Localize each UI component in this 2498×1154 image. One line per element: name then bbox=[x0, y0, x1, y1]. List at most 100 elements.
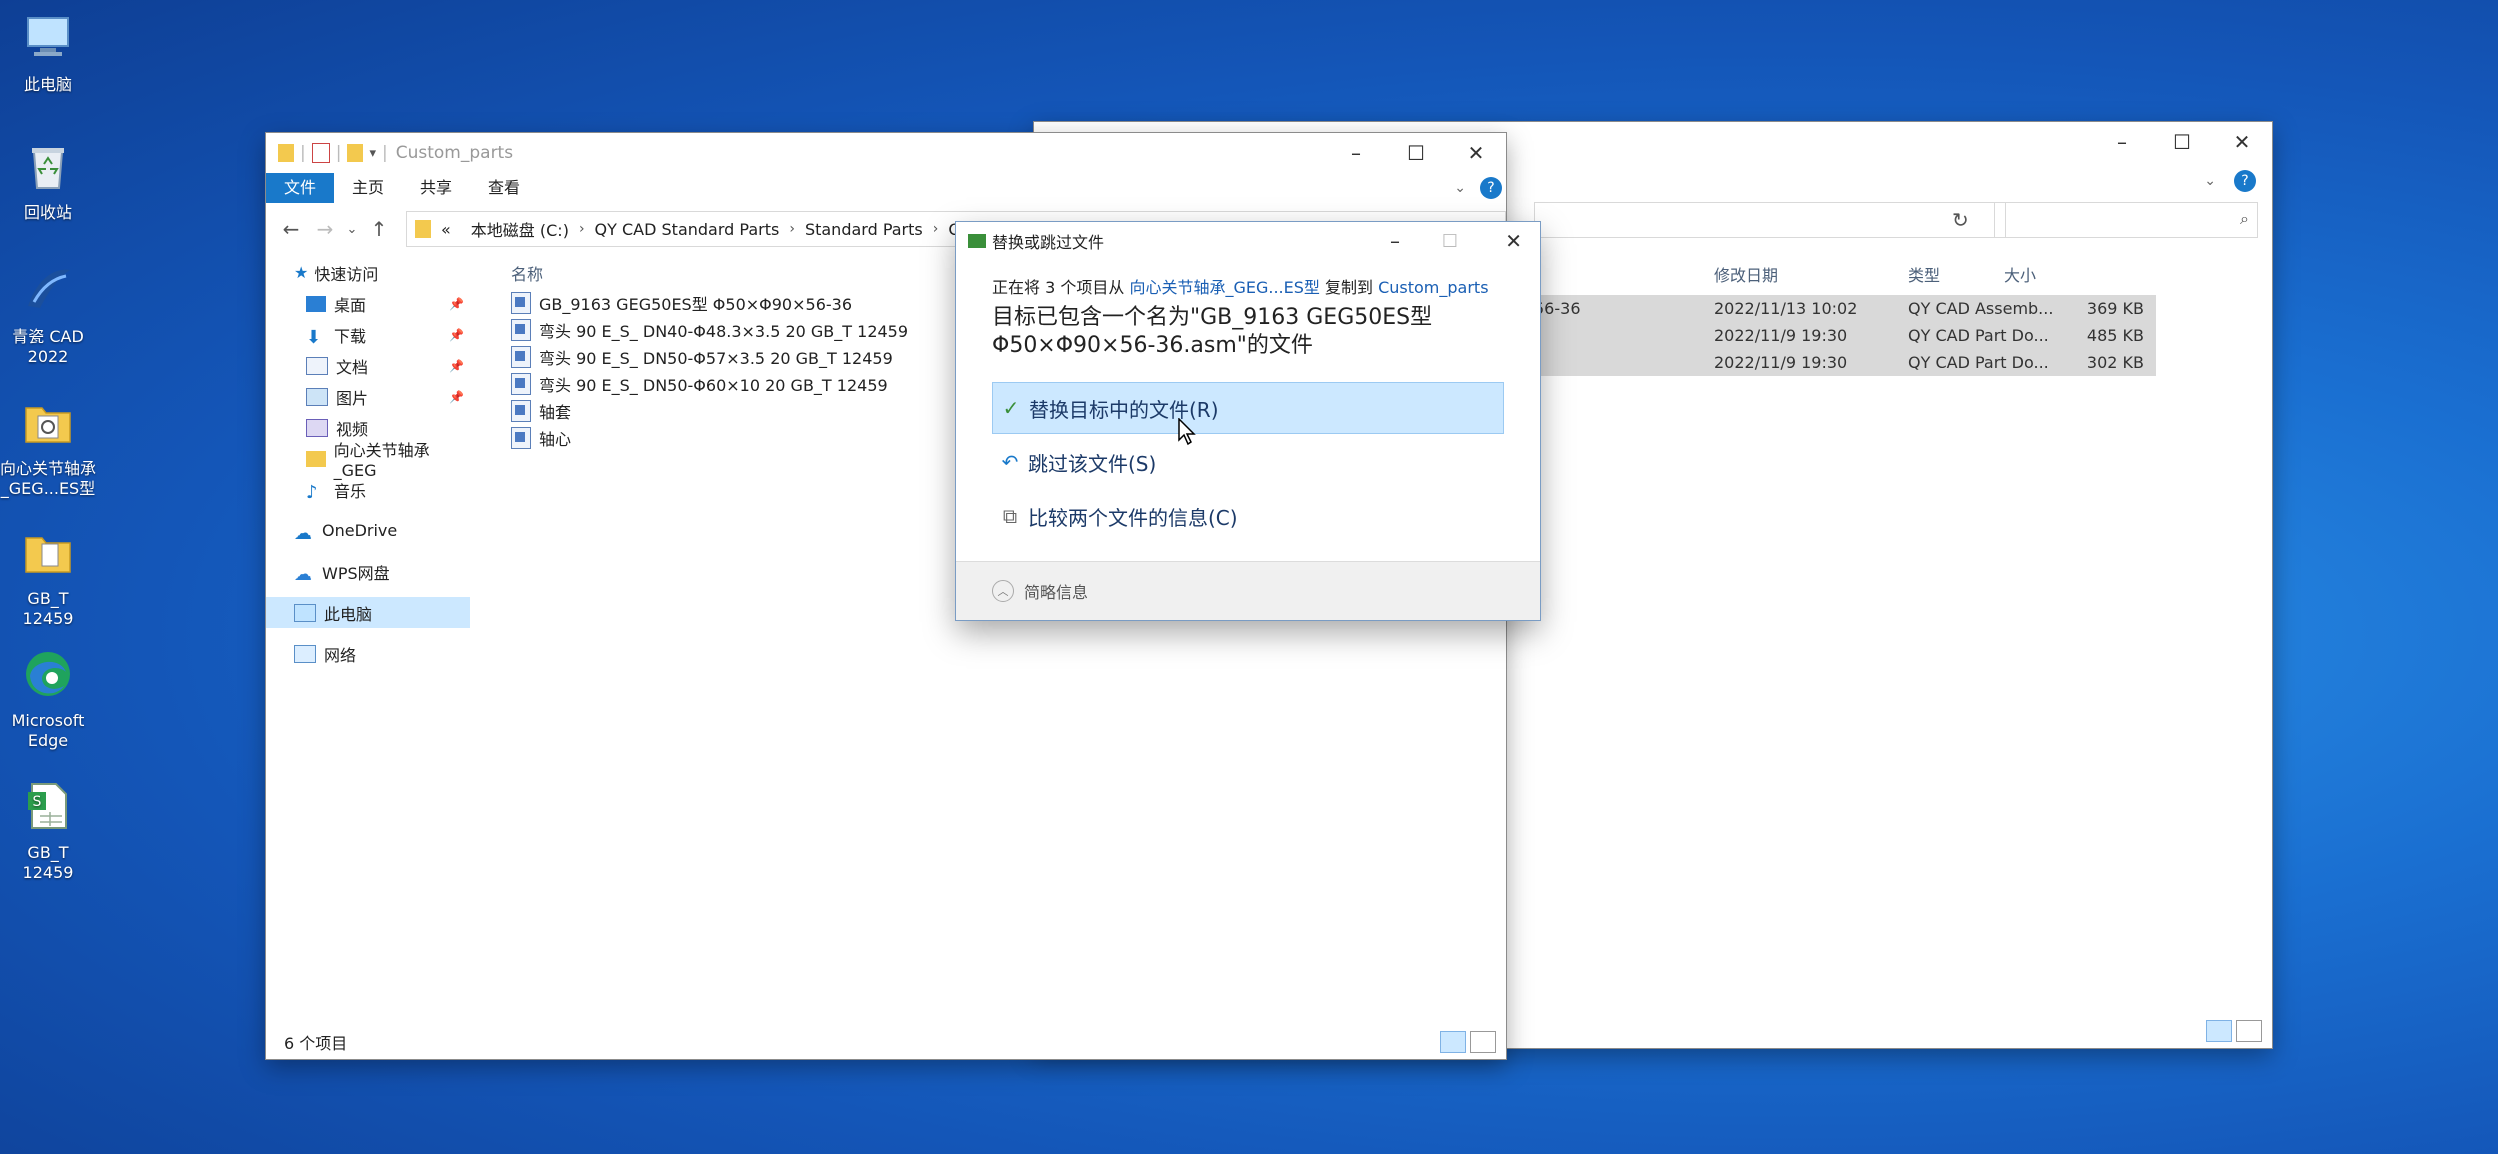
dialog-title: 替换或跳过文件 bbox=[992, 233, 1105, 252]
nav-desktop[interactable]: 桌面 📌 bbox=[266, 288, 470, 319]
search-input[interactable]: ⌕ bbox=[1994, 202, 2258, 238]
desktop-icon-folder-gbt[interactable]: GB_T 12459 bbox=[0, 524, 96, 629]
large-icons-view-icon[interactable] bbox=[1470, 1031, 1496, 1053]
nav-downloads[interactable]: ⬇ 下载 📌 bbox=[266, 319, 470, 350]
column-headers: 修改日期 类型 大小 bbox=[1714, 256, 2194, 286]
computer-icon bbox=[294, 603, 316, 622]
replace-or-skip-dialog[interactable]: 替换或跳过文件 – ☐ ✕ 正在将 3 个项目从 向心关节轴承_GEG...ES… bbox=[956, 222, 1540, 620]
minimize-icon[interactable]: – bbox=[2092, 122, 2152, 162]
replace-file-option[interactable]: ✓ 替换目标中的文件(R) bbox=[992, 382, 1504, 434]
table-row[interactable]: 2022/11/9 19:30 QY CAD Part Do... 485 KB bbox=[1534, 322, 2156, 349]
desktop-icon-cad[interactable]: 青瓷 CAD 2022 bbox=[0, 262, 96, 367]
column-date[interactable]: 修改日期 bbox=[1714, 262, 1778, 286]
window-controls: – ☐ ✕ bbox=[2092, 122, 2272, 162]
folder-icon bbox=[25, 407, 71, 443]
documents-icon bbox=[306, 356, 328, 375]
tab-home[interactable]: 主页 bbox=[334, 173, 402, 203]
conflict-message: 目标已包含一个名为"GB_9163 GEG50ES型 Φ50×Φ90×56-36… bbox=[992, 305, 1433, 358]
refresh-icon[interactable]: ↻ bbox=[1952, 208, 1969, 232]
forward-arrow-icon[interactable]: → bbox=[308, 217, 342, 241]
details-view-icon[interactable] bbox=[1440, 1031, 1466, 1053]
column-type[interactable]: 类型 bbox=[1908, 262, 1940, 286]
title-bar[interactable]: | | ▾ | Custom_parts bbox=[266, 133, 1506, 173]
desktop-icon-label: GB_T 12459 bbox=[22, 843, 74, 882]
nav-quick-access[interactable]: ★ 快速访问 bbox=[266, 257, 470, 288]
address-bar[interactable] bbox=[1534, 202, 2006, 238]
maximize-icon: ☐ bbox=[1441, 230, 1458, 252]
close-icon[interactable]: ✕ bbox=[2212, 122, 2272, 162]
file-list: 56-36 2022/11/13 10:02 QY CAD Assemb... … bbox=[1534, 295, 2156, 376]
chevron-down-icon[interactable]: ⌄ bbox=[2204, 173, 2216, 189]
separator: | bbox=[300, 143, 306, 163]
maximize-icon[interactable]: ☐ bbox=[1386, 133, 1446, 173]
minimize-icon[interactable]: – bbox=[1326, 133, 1386, 173]
folder-icon bbox=[25, 537, 71, 573]
column-name[interactable]: 名称 bbox=[511, 261, 543, 285]
view-toggle bbox=[1440, 1031, 1496, 1053]
breadcrumb-qy-cad[interactable]: QY CAD Standard Parts bbox=[585, 220, 790, 239]
chevron-down-icon[interactable]: ⌄ bbox=[1454, 180, 1466, 196]
close-icon[interactable]: ✕ bbox=[1505, 229, 1522, 253]
quick-access-dropdown-icon[interactable]: ▾ bbox=[369, 146, 376, 161]
pin-icon[interactable]: 📌 bbox=[449, 297, 464, 311]
destination-folder-link[interactable]: Custom_parts bbox=[1378, 278, 1488, 297]
ribbon-tabs: 文件 主页 共享 查看 ⌄ ? bbox=[266, 173, 1506, 203]
pin-icon[interactable]: 📌 bbox=[449, 328, 464, 342]
table-row[interactable]: 2022/11/9 19:30 QY CAD Part Do... 302 KB bbox=[1534, 349, 2156, 376]
recent-dropdown-icon[interactable]: ⌄ bbox=[342, 222, 362, 237]
breadcrumb-standard-parts[interactable]: Standard Parts bbox=[795, 220, 933, 239]
help-icon[interactable]: ? bbox=[1480, 177, 1502, 199]
cad-file-icon bbox=[511, 372, 531, 395]
properties-icon[interactable] bbox=[311, 143, 330, 163]
pin-icon[interactable]: 📌 bbox=[449, 359, 464, 373]
view-toggle bbox=[2206, 1020, 2262, 1042]
separator: | bbox=[335, 143, 342, 163]
breadcrumb-overflow[interactable]: « bbox=[431, 220, 461, 239]
nav-wps[interactable]: ☁ WPS网盘 bbox=[266, 556, 470, 587]
nav-pictures[interactable]: 图片 📌 bbox=[266, 381, 470, 412]
back-arrow-icon[interactable]: ← bbox=[274, 217, 308, 241]
nav-folder-bearing[interactable]: 向心关节轴承_GEG bbox=[266, 441, 470, 480]
videos-icon bbox=[306, 418, 328, 437]
desktop-icon-folder-bearing[interactable]: 向心关节轴承_GEG...ES型 bbox=[0, 394, 96, 499]
cad-file-icon bbox=[511, 318, 531, 341]
folder-icon[interactable] bbox=[347, 144, 364, 162]
close-icon[interactable]: ✕ bbox=[1446, 133, 1506, 173]
desktop-icon-spreadsheet[interactable]: S GB_T 12459 bbox=[0, 778, 96, 883]
pin-icon[interactable]: 📌 bbox=[449, 390, 464, 404]
skip-file-option[interactable]: ↶ 跳过该文件(S) bbox=[992, 436, 1504, 488]
table-row[interactable]: 56-36 2022/11/13 10:02 QY CAD Assemb... … bbox=[1534, 295, 2156, 322]
recycle-bin-icon bbox=[32, 148, 64, 189]
spreadsheet-icon: S bbox=[28, 783, 67, 829]
column-size[interactable]: 大小 bbox=[2004, 262, 2036, 286]
desktop-icon-recycle-bin[interactable]: 回收站 bbox=[0, 138, 96, 223]
nav-music[interactable]: ♪ 音乐 bbox=[266, 474, 470, 505]
breadcrumb-local-disk[interactable]: 本地磁盘 (C:) bbox=[461, 217, 579, 241]
compare-files-option[interactable]: ⧉ 比较两个文件的信息(C) bbox=[992, 490, 1504, 542]
up-arrow-icon[interactable]: ↑ bbox=[362, 217, 396, 241]
details-view-icon[interactable] bbox=[2206, 1020, 2232, 1042]
tab-share[interactable]: 共享 bbox=[402, 173, 470, 203]
help-icon[interactable]: ? bbox=[2234, 170, 2256, 192]
nav-onedrive[interactable]: ☁ OneDrive bbox=[266, 515, 470, 546]
source-folder-link[interactable]: 向心关节轴承_GEG...ES型 bbox=[1129, 278, 1319, 297]
desktop-icon-label: 回收站 bbox=[23, 203, 72, 222]
nav-network[interactable]: 网络 bbox=[266, 638, 470, 669]
desktop-icon-edge[interactable]: Microsoft Edge bbox=[0, 646, 96, 751]
maximize-icon[interactable]: ☐ bbox=[2152, 122, 2212, 162]
nav-this-pc[interactable]: 此电脑 bbox=[266, 597, 470, 628]
minimize-icon[interactable]: – bbox=[1390, 229, 1400, 253]
fewer-details-link[interactable]: 简略信息 bbox=[1024, 579, 1088, 603]
folder-icon bbox=[415, 220, 431, 238]
desktop-icon-this-pc[interactable]: 此电脑 bbox=[0, 10, 96, 95]
large-icons-view-icon[interactable] bbox=[2236, 1020, 2262, 1042]
dialog-footer: ︿ 简略信息 bbox=[956, 561, 1540, 620]
tab-view[interactable]: 查看 bbox=[470, 173, 538, 203]
window-controls: – ☐ ✕ bbox=[1326, 133, 1506, 173]
nav-documents[interactable]: 文档 📌 bbox=[266, 350, 470, 381]
desktop-icon-label: 此电脑 bbox=[23, 75, 72, 94]
dialog-title-bar[interactable]: 替换或跳过文件 – ☐ ✕ bbox=[956, 222, 1540, 260]
download-arrow-icon: ⬇ bbox=[306, 326, 322, 348]
tab-file[interactable]: 文件 bbox=[266, 173, 335, 203]
collapse-details-icon[interactable]: ︿ bbox=[992, 580, 1014, 602]
